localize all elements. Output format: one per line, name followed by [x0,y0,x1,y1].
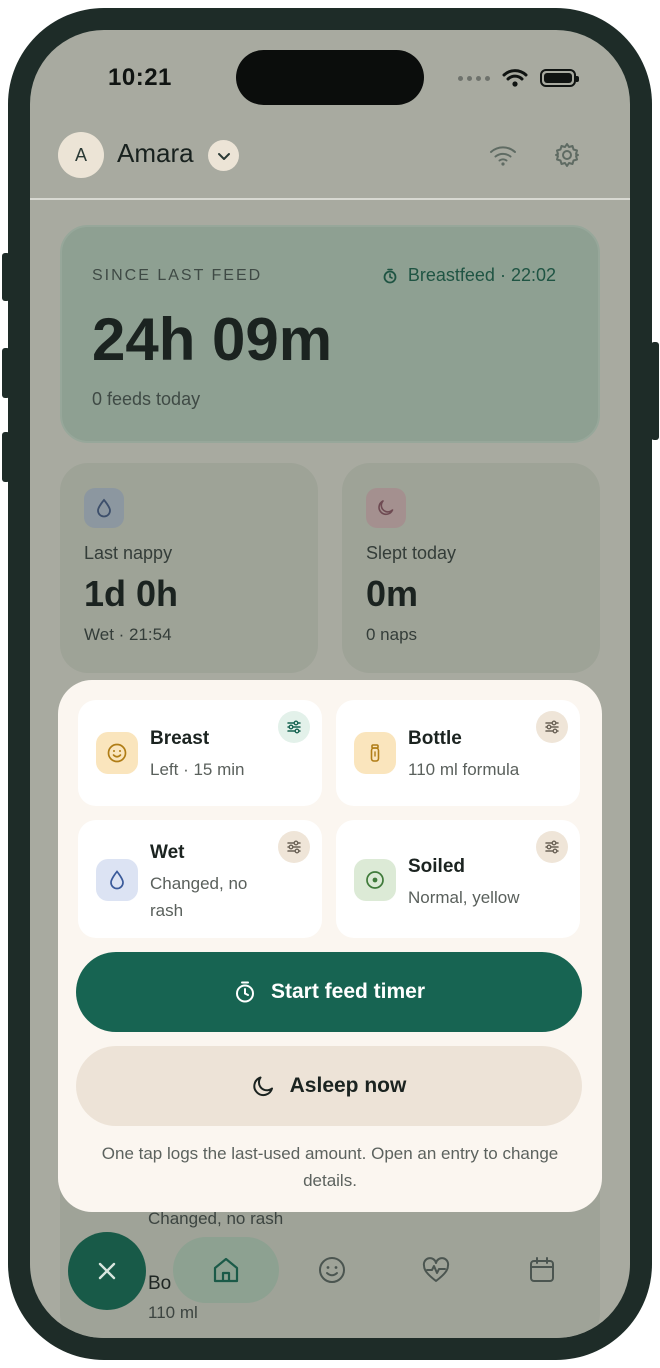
nav-home[interactable] [208,1252,244,1288]
sliders-icon [287,840,301,854]
heart-pulse-icon [422,1257,450,1282]
nappy-icon-badge [84,488,124,528]
feed-summary-card[interactable]: SINCE LAST FEED Breastfeed · 22:02 24h 0… [60,225,600,443]
feed-count: 0 feeds today [92,389,201,409]
quick-log-hint: One tap logs the last-used amount. Open … [101,1144,559,1190]
breast-sub: Left · 15 min [150,760,245,779]
bottle-icon [370,744,380,762]
start-feed-timer-label: Start feed timer [270,980,426,1003]
sliders-icon [545,720,559,734]
last-feed-type: Breastfeed · 22:02 [382,265,556,286]
wet-icon-badge [96,859,138,901]
nav-feeds[interactable] [314,1252,350,1288]
bottle-adjust-button[interactable] [536,711,568,743]
home-icon [213,1257,239,1283]
sleep-icon-badge [366,488,406,528]
sleep-sub: 0 naps [366,625,418,644]
wifi-icon [490,146,516,166]
breast-title: Breast [150,728,210,749]
moon-icon [378,500,394,516]
asleep-now-label: Asleep now [289,1074,407,1097]
status-icons [458,68,579,88]
quick-log-soiled[interactable]: Soiled Normal, yellow [336,820,580,938]
droplet-icon [97,498,111,518]
status-time: 10:21 [108,64,172,91]
list-item: Changed, no rash [148,1209,284,1228]
feed-summary-label: SINCE LAST FEED [92,267,263,284]
soiled-title: Soiled [408,856,466,877]
soiled-adjust-button[interactable] [536,831,568,863]
volume-down-button [2,432,10,482]
soiled-icon-badge [354,859,396,901]
breast-icon-badge [96,732,138,774]
sync-button[interactable] [486,138,520,172]
header-divider [30,198,630,200]
quick-log-bottle[interactable]: Bottle 110 ml formula [336,700,580,806]
avatar[interactable]: A [58,132,104,178]
quick-log-wet[interactable]: Wet Changed, no rash [78,820,322,938]
target-icon [366,871,384,889]
close-icon [98,1262,116,1280]
profile-switcher-button[interactable] [208,140,239,171]
sliders-icon [545,840,559,854]
wifi-icon [502,69,528,87]
close-quick-log-button[interactable] [68,1232,146,1310]
feed-elapsed: 24h 09m [92,306,333,373]
bottle-sub: 110 ml formula [408,760,520,779]
sleep-value: 0m [366,573,419,614]
breast-adjust-button[interactable] [278,711,310,743]
moon-icon [253,1076,273,1097]
wet-title: Wet [150,842,185,863]
nappy-label: Last nappy [84,543,173,563]
sliders-icon [287,720,301,734]
volume-up-button [2,348,10,398]
profile-name[interactable]: Amara [117,138,194,169]
timer-icon [383,268,397,283]
smile-icon [319,1257,345,1283]
settings-button[interactable] [550,138,584,172]
quick-log-sheet: Breast Left · 15 min Bottle 110 ml formu… [58,680,602,1212]
wet-sub: Changed, no rash [150,874,248,920]
quick-log-breast[interactable]: Breast Left · 15 min [78,700,322,806]
asleep-now-button[interactable]: Asleep now [76,1046,582,1126]
nappy-sub: Wet · 21:54 [84,625,172,644]
wet-adjust-button[interactable] [278,831,310,863]
screen: 10:21 A Amara SINCE LAST FEED Breastfeed… [30,30,630,1338]
list-item-title: Bo [148,1273,172,1294]
bottle-icon-badge [354,732,396,774]
battery-icon [540,69,579,87]
last-feed-type-text: Breastfeed · 22:02 [407,265,556,285]
mute-switch [2,253,10,301]
nav-health[interactable] [418,1252,454,1288]
gear-icon [555,143,579,167]
soiled-sub: Normal, yellow [408,888,520,907]
timer-icon [235,981,254,1003]
chevron-down-icon [217,152,230,160]
list-item-sub: 110 ml [148,1303,198,1322]
calendar-icon [530,1257,554,1282]
nappy-value: 1d 0h [84,573,179,614]
sleep-card[interactable]: Slept today 0m 0 naps [342,463,600,673]
dynamic-island [236,50,424,105]
nappy-card[interactable]: Last nappy 1d 0h Wet · 21:54 [60,463,318,673]
start-feed-timer-button[interactable]: Start feed timer [76,952,582,1032]
sleep-label: Slept today [366,543,457,563]
smile-icon [107,743,127,763]
signal-dots-icon [458,75,490,81]
power-button [651,342,659,440]
droplet-icon [110,870,124,890]
bottle-title: Bottle [408,728,462,749]
nav-calendar[interactable] [524,1252,560,1288]
